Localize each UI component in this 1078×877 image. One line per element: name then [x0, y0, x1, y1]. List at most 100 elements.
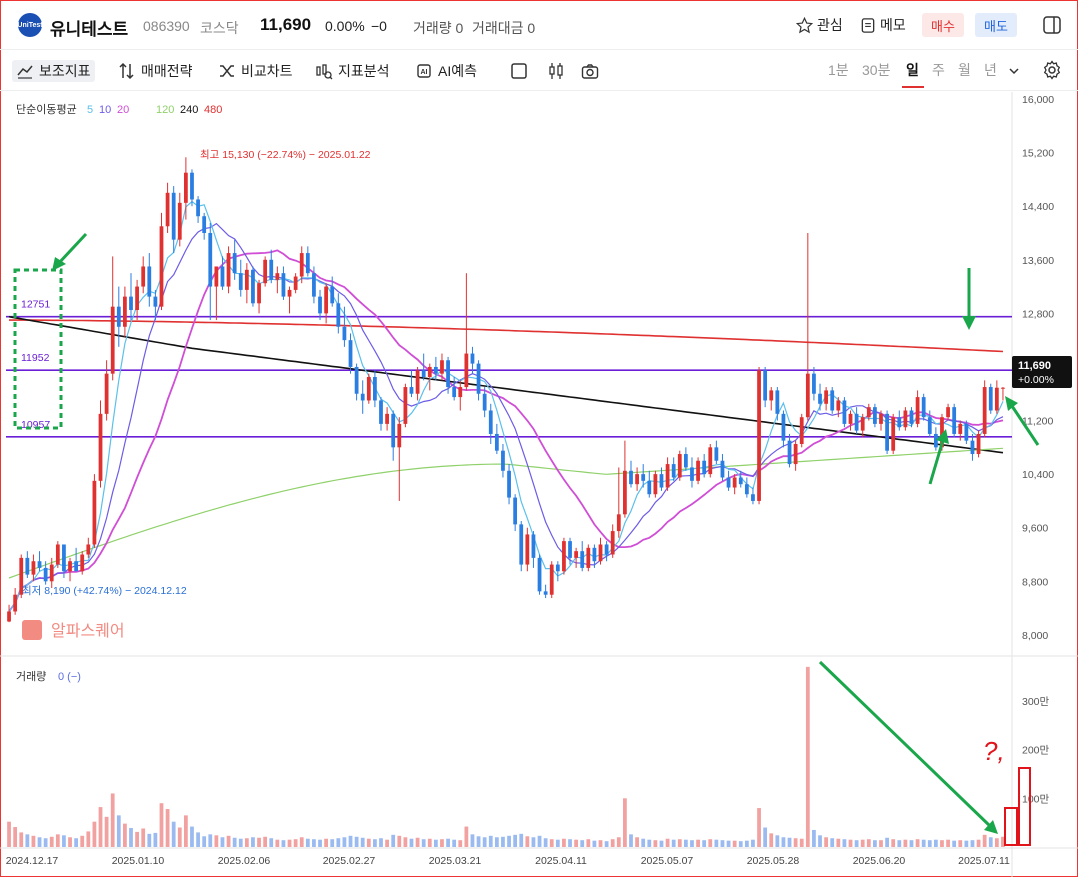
- candle-body: [196, 199, 200, 217]
- candle-body: [1001, 387, 1005, 389]
- volume-bar: [68, 837, 72, 847]
- volume-bar: [604, 841, 609, 847]
- candle-body: [641, 474, 646, 481]
- volume-bar: [433, 839, 438, 847]
- amount-label: 거래대금 0: [472, 20, 536, 36]
- candle-body: [799, 417, 804, 444]
- candle-body: [55, 544, 60, 565]
- stock-chart[interactable]: 127511195210957 16,00015,20014,40013,600…: [0, 92, 1078, 877]
- candle-body: [135, 286, 139, 311]
- volume-bar: [373, 839, 377, 847]
- volume-bar: [275, 839, 280, 847]
- candle-body: [171, 192, 176, 240]
- volume-bar: [318, 839, 322, 847]
- candle-body: [690, 467, 694, 481]
- volume-bar: [970, 840, 975, 847]
- candle-body: [824, 390, 829, 404]
- volume-bar: [574, 839, 579, 847]
- candle-body: [330, 286, 335, 304]
- candle-body: [946, 407, 950, 418]
- gear-icon[interactable]: [1042, 60, 1062, 80]
- volume-bar: [159, 803, 164, 847]
- square-icon: [511, 63, 527, 79]
- volume-bar: [592, 840, 597, 847]
- candle-body: [659, 474, 664, 488]
- favorite-button[interactable]: 관심: [796, 15, 843, 35]
- indicator-button[interactable]: 보조지표: [12, 60, 95, 82]
- volume-bar: [805, 666, 810, 847]
- y-tick-label: 15,200: [1022, 148, 1054, 160]
- memo-button[interactable]: 메모: [860, 15, 906, 35]
- candle-body: [842, 400, 847, 424]
- ma20-line: [8, 249, 1004, 613]
- volume-bar: [720, 840, 725, 847]
- chevron-down-icon[interactable]: [1008, 65, 1020, 77]
- dashed-box-annotation: [13, 268, 63, 430]
- candle-body: [830, 390, 835, 411]
- x-tick-label: 2025.02.27: [323, 855, 376, 867]
- candle-body: [708, 447, 713, 475]
- panel-toggle-icon[interactable]: [1042, 15, 1062, 35]
- volume-bar: [818, 835, 822, 847]
- volume-bar: [763, 827, 768, 847]
- strategy-button[interactable]: 매매전략: [118, 60, 193, 82]
- screenshot-button[interactable]: [581, 60, 599, 82]
- square-tool-button[interactable]: [510, 60, 528, 82]
- volume-bar: [354, 836, 359, 847]
- candle-body: [537, 557, 542, 592]
- volume-bar: [891, 839, 896, 847]
- volume-bar: [348, 835, 353, 847]
- period-1min[interactable]: 1분: [828, 60, 849, 80]
- memo-icon: [861, 17, 875, 33]
- candle-body: [860, 417, 865, 431]
- period-day[interactable]: 일: [906, 60, 919, 80]
- volume-bar: [476, 836, 481, 847]
- volume-bar: [793, 838, 798, 847]
- y-tick-label: 16,000: [1022, 94, 1054, 106]
- period-30min[interactable]: 30분: [862, 60, 890, 80]
- volume-bar: [744, 840, 749, 847]
- ai-forecast-button[interactable]: AI AI예측: [415, 60, 477, 82]
- level-label: 12751: [21, 299, 50, 311]
- volume-bar: [854, 840, 859, 847]
- volume-bar: [312, 839, 316, 847]
- volume-bar: [25, 834, 30, 847]
- y-tick-label: 13,600: [1022, 255, 1054, 267]
- buy-button[interactable]: 매수: [922, 13, 964, 37]
- volume-bar: [610, 839, 615, 847]
- badge-price: 11,690: [1018, 360, 1051, 372]
- ma240-legend: 240: [180, 104, 198, 116]
- candle-body: [458, 387, 463, 398]
- volume-bar: [921, 839, 926, 847]
- candle-body: [873, 407, 877, 424]
- candle-body: [373, 377, 377, 401]
- compare-button[interactable]: 비교차트: [218, 60, 293, 82]
- watermark: 알파스퀘어: [22, 620, 125, 640]
- volume-bar: [568, 839, 572, 847]
- candle-body: [836, 400, 841, 411]
- candle-body: [793, 443, 798, 465]
- candle-style-button[interactable]: [547, 60, 565, 82]
- candle-body: [964, 423, 969, 441]
- period-year[interactable]: 년: [984, 60, 997, 80]
- candle-body: [994, 387, 999, 411]
- candle-body: [80, 554, 85, 572]
- volume-bar: [379, 838, 383, 847]
- level-label: 11952: [21, 352, 50, 364]
- period-week[interactable]: 주: [932, 60, 945, 80]
- volume-bar: [549, 839, 554, 847]
- period-month[interactable]: 월: [958, 60, 971, 80]
- candle-body: [757, 370, 761, 501]
- favorite-label: 관심: [817, 17, 843, 33]
- volume-bar: [427, 838, 432, 847]
- candle-body: [488, 410, 493, 434]
- memo-label: 메모: [880, 17, 906, 33]
- sell-button[interactable]: 매도: [975, 13, 1017, 37]
- volume-bar: [671, 839, 676, 847]
- candle-body: [616, 514, 621, 532]
- candle-body: [696, 460, 700, 481]
- volume-bar: [824, 837, 829, 847]
- analysis-button[interactable]: 지표분석: [315, 60, 390, 82]
- shuffle-icon: [220, 65, 234, 77]
- candle-body: [446, 360, 450, 388]
